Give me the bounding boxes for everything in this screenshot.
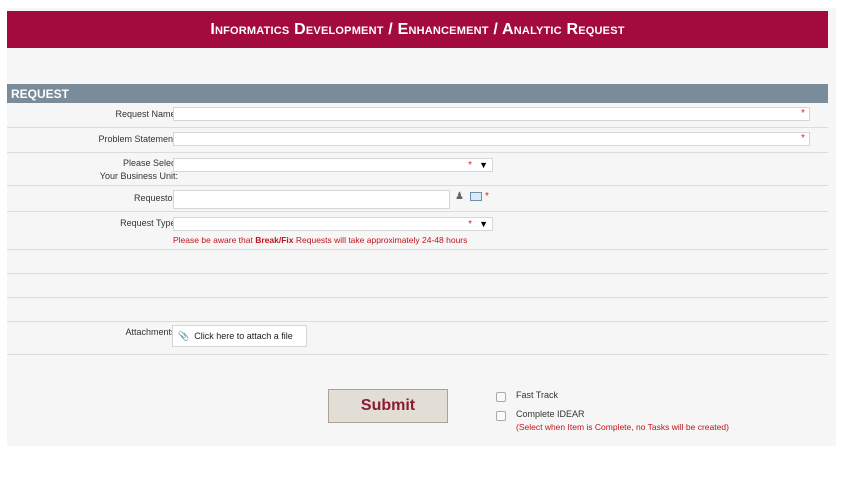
address-book-icon[interactable] — [470, 192, 482, 201]
complete-idear-checkbox[interactable] — [496, 411, 506, 421]
submit-button[interactable]: Submit — [328, 389, 448, 423]
request-type-select[interactable]: * ▼ — [173, 217, 493, 231]
attach-file-button[interactable]: 📎 Click here to attach a file — [172, 325, 307, 347]
header-banner: Informatics Development / Enhancement / … — [7, 11, 828, 48]
page-title: Informatics Development / Enhancement / … — [210, 20, 625, 38]
fast-track-label: Fast Track — [516, 390, 559, 400]
requestor-input[interactable] — [173, 190, 450, 209]
required-marker: * — [801, 133, 805, 144]
required-marker: * — [468, 160, 472, 171]
required-marker: * — [485, 191, 489, 202]
chevron-down-icon: ▼ — [479, 160, 488, 170]
problem-statement-input[interactable] — [173, 132, 810, 146]
chevron-down-icon: ▼ — [479, 219, 488, 229]
request-name-label: Request Name: — [115, 109, 178, 119]
request-name-input[interactable] — [173, 107, 810, 121]
required-marker: * — [468, 219, 472, 230]
complete-idear-label: Complete IDEAR — [516, 409, 585, 419]
break-fix-warning: Please be aware that Break/Fix Requests … — [173, 235, 468, 245]
required-marker: * — [801, 108, 805, 119]
business-unit-select[interactable]: * ▼ — [173, 158, 493, 172]
requestor-label: Requestor: — [133, 193, 178, 203]
section-header: REQUEST — [7, 84, 828, 103]
empty-row — [7, 298, 828, 322]
complete-idear-note: (Select when Item is Complete, no Tasks … — [516, 422, 729, 432]
attachments-label: Attachments: — [125, 327, 178, 337]
paperclip-icon: 📎 — [178, 330, 190, 341]
fast-track-checkbox[interactable] — [496, 392, 506, 402]
business-unit-label: Please Select Your Business Unit: — [99, 158, 178, 181]
section-title: REQUEST — [11, 87, 70, 101]
problem-statement-label: Problem Statement: — [98, 134, 178, 144]
empty-row — [7, 250, 828, 274]
request-type-label: Request Type: — [120, 218, 178, 228]
people-picker-icon[interactable]: ♟ — [455, 191, 464, 202]
empty-row — [7, 274, 828, 298]
